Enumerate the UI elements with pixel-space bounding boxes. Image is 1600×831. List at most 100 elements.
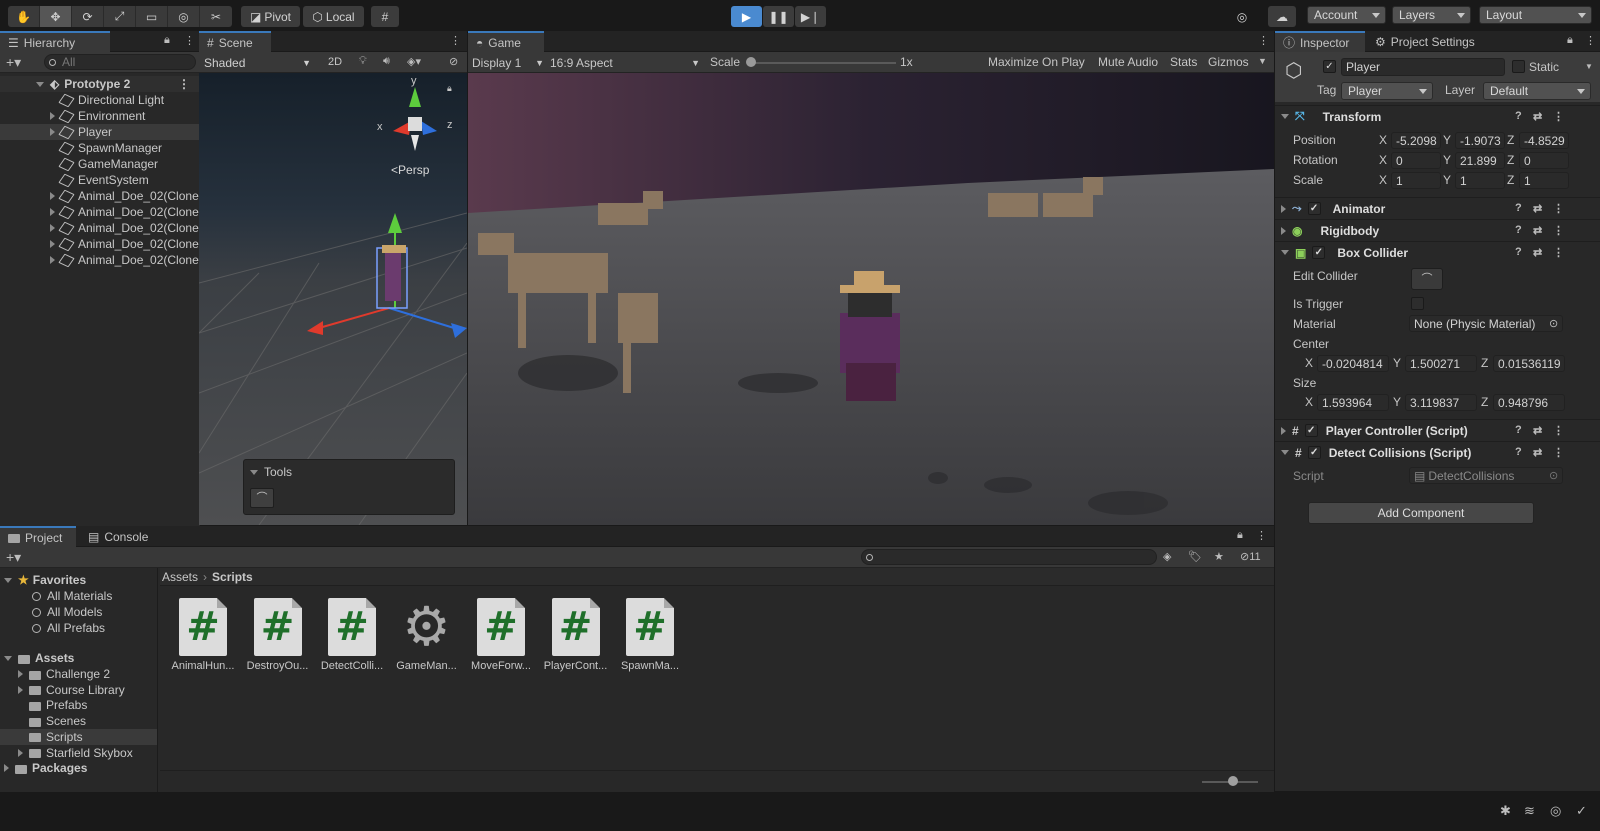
expand-arrow-icon[interactable]: [50, 224, 55, 232]
visibility-icon[interactable]: ⊘: [449, 55, 458, 68]
rotation-x-field[interactable]: 0: [1391, 152, 1441, 169]
tools-header[interactable]: Tools: [250, 465, 292, 479]
bug-icon[interactable]: ✱: [1500, 803, 1511, 819]
rotate-tool-icon[interactable]: ⟳: [72, 6, 104, 27]
favorite-star-icon[interactable]: ★: [1214, 550, 1224, 563]
stats-toggle[interactable]: Stats: [1170, 55, 1197, 69]
favorite-item[interactable]: All Models: [0, 604, 157, 620]
animator-header[interactable]: ⤳ ✓ Animator ? ⇄ ⋮: [1275, 197, 1600, 219]
rect-tool-icon[interactable]: ▭: [136, 6, 168, 27]
step-button[interactable]: ▶❘: [795, 6, 826, 27]
scale-z-field[interactable]: 1: [1519, 172, 1569, 189]
tab-hierarchy[interactable]: ☰ Hierarchy: [0, 31, 110, 52]
favorites-item[interactable]: ★ Favorites: [0, 572, 157, 588]
folder-item[interactable]: Starfield Skybox: [0, 745, 157, 761]
breadcrumb-assets[interactable]: Assets: [162, 570, 198, 584]
search-by-type-icon[interactable]: ◈: [1163, 550, 1171, 563]
account-dropdown[interactable]: Account: [1307, 6, 1386, 24]
kebab-menu-icon[interactable]: ⋮: [184, 34, 195, 47]
cloud-button[interactable]: ☁: [1268, 6, 1296, 27]
transform-header[interactable]: ⤧ Transform ? ⇄ ⋮: [1275, 105, 1600, 127]
expand-arrow-icon[interactable]: [50, 240, 55, 248]
scale-slider-track[interactable]: [748, 62, 896, 64]
projection-toggle[interactable]: <Persp: [391, 163, 429, 177]
tab-console[interactable]: ▤ Console: [80, 526, 160, 547]
scene-gizmo[interactable]: y x z 🔒︎: [375, 75, 455, 159]
expand-arrow-icon[interactable]: [50, 112, 55, 120]
play-button[interactable]: ▶: [731, 6, 762, 27]
tab-game[interactable]: ◓ Game: [468, 31, 544, 52]
component-menu-icon[interactable]: ⋮: [1553, 224, 1564, 237]
local-button[interactable]: ⬡ Local: [303, 6, 364, 27]
hierarchy-item[interactable]: Player: [0, 124, 200, 140]
preset-icon[interactable]: ⇄: [1533, 110, 1542, 123]
expand-arrow-icon[interactable]: [18, 748, 23, 757]
center-z-field[interactable]: 0.01536119: [1493, 355, 1565, 372]
project-lock-icon[interactable]: 🔒︎: [1237, 529, 1243, 542]
hierarchy-item[interactable]: Environment: [0, 108, 200, 124]
scene-kebab-icon[interactable]: ⋮: [450, 34, 461, 47]
asset-item[interactable]: # DestroyOu...: [243, 598, 313, 672]
collab-button[interactable]: ◎: [1229, 6, 1255, 27]
size-x-field[interactable]: 1.593964: [1317, 394, 1389, 411]
hierarchy-item[interactable]: Animal_Doe_02(Clone: [0, 236, 200, 252]
custom-tool-icon[interactable]: ✂: [200, 6, 232, 27]
component-menu-icon[interactable]: ⋮: [1553, 424, 1564, 437]
hierarchy-item[interactable]: GameManager: [0, 156, 200, 172]
expand-arrow-icon[interactable]: [50, 208, 55, 216]
folder-item[interactable]: Scripts: [0, 728, 157, 745]
preset-icon[interactable]: ⇄: [1533, 224, 1542, 237]
gizmos-arrow-icon[interactable]: ▼: [1258, 56, 1267, 66]
tab-project[interactable]: Project: [0, 526, 76, 547]
hierarchy-item[interactable]: Animal_Doe_02(Clone: [0, 204, 200, 220]
display-dropdown[interactable]: Display 1 ▼: [472, 54, 544, 71]
hierarchy-item[interactable]: Animal_Doe_02(Clone: [0, 188, 200, 204]
size-z-field[interactable]: 0.948796: [1493, 394, 1565, 411]
scale-tool-icon[interactable]: ⤢: [104, 6, 136, 27]
mute-audio-toggle[interactable]: Mute Audio: [1098, 55, 1158, 69]
component-menu-icon[interactable]: ⋮: [1553, 202, 1564, 215]
lighting-icon[interactable]: 💡︎: [359, 55, 367, 68]
detect-collisions-enabled-checkbox[interactable]: ✓: [1307, 446, 1321, 459]
center-x-field[interactable]: -0.0204814: [1317, 355, 1389, 372]
edit-collider-button[interactable]: ⌒: [1411, 268, 1443, 290]
layers-dropdown[interactable]: Layers: [1392, 6, 1471, 24]
object-picker-icon[interactable]: ⊙: [1549, 317, 1558, 330]
layer-dropdown[interactable]: Default: [1483, 82, 1591, 100]
edit-collider-tool-button[interactable]: ⌒: [250, 488, 274, 508]
expand-arrow-icon[interactable]: [50, 256, 55, 264]
inspector-lock-icon[interactable]: 🔒︎: [1567, 34, 1573, 47]
hierarchy-item[interactable]: SpawnManager: [0, 140, 200, 156]
expand-arrow-icon[interactable]: [18, 670, 23, 678]
expand-arrow-icon[interactable]: [36, 81, 44, 87]
active-checkbox[interactable]: ✓: [1323, 60, 1336, 73]
icon-size-slider-handle[interactable]: [1228, 776, 1238, 786]
size-y-field[interactable]: 3.119837: [1405, 394, 1477, 411]
effects-icon[interactable]: ◈▾: [407, 55, 421, 68]
lock-icon[interactable]: 🔒︎: [164, 34, 170, 47]
layout-dropdown[interactable]: Layout: [1479, 6, 1592, 24]
layers-stack-icon[interactable]: ≋: [1524, 803, 1535, 819]
hierarchy-item[interactable]: Animal_Doe_02(Clone: [0, 252, 200, 268]
position-z-field[interactable]: -4.8529: [1519, 132, 1569, 149]
player-controller-header[interactable]: # ✓ Player Controller (Script) ? ⇄ ⋮: [1275, 419, 1600, 441]
project-search-input[interactable]: [861, 549, 1157, 565]
scene-root-item[interactable]: ⬖ Prototype 2 ⋮: [0, 76, 200, 92]
pivot-button[interactable]: ◪ Pivot: [241, 6, 300, 27]
hand-tool-icon[interactable]: ✋: [8, 6, 40, 27]
preset-icon[interactable]: ⇄: [1533, 246, 1542, 259]
rotation-y-field[interactable]: 21.899: [1455, 152, 1505, 169]
game-viewport[interactable]: [468, 73, 1274, 525]
hierarchy-search-input[interactable]: All: [44, 54, 196, 70]
search-by-label-icon[interactable]: 🏷︎: [1188, 550, 1202, 563]
breadcrumb-scripts[interactable]: Scripts: [212, 570, 253, 584]
help-icon[interactable]: ?: [1515, 446, 1522, 458]
help-icon[interactable]: ?: [1515, 224, 1522, 236]
gizmos-toggle[interactable]: Gizmos: [1208, 55, 1249, 69]
box-collider-enabled-checkbox[interactable]: ✓: [1312, 246, 1326, 259]
tab-scene[interactable]: # Scene: [199, 31, 271, 52]
check-icon[interactable]: ✓: [1576, 803, 1587, 819]
center-y-field[interactable]: 1.500271: [1405, 355, 1477, 372]
asset-item[interactable]: ⚙ GameMan...: [392, 598, 462, 672]
add-icon[interactable]: +▾: [6, 54, 21, 71]
